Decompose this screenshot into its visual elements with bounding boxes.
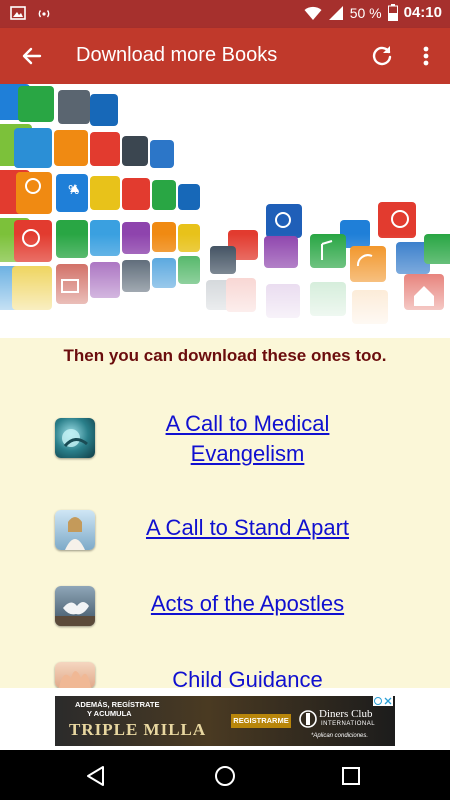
- book-link[interactable]: A Call to Medical Evangelism: [100, 409, 395, 469]
- book-title-line: Evangelism: [190, 441, 305, 466]
- overflow-menu-icon[interactable]: [416, 42, 436, 70]
- page-title: Download more Books: [76, 44, 278, 66]
- battery-icon: [387, 4, 398, 21]
- intro-text-block: Then you can download these ones too.: [0, 338, 450, 366]
- book-link[interactable]: Acts of the Apostles: [100, 589, 395, 619]
- battery-percent: 50 %: [349, 4, 382, 21]
- app-bar: Download more Books: [0, 28, 450, 84]
- wifi-icon: [304, 6, 322, 20]
- book-link[interactable]: A Call to Stand Apart: [100, 513, 395, 543]
- back-triangle-icon[interactable]: [85, 765, 107, 787]
- ad-banner[interactable]: ADEMÁS, REGÍSTRATE Y ACUMULA TRIPLE MILL…: [55, 696, 395, 746]
- ad-brand-sub: INTERNATIONAL: [321, 721, 376, 727]
- ad-headline: TRIPLE MILLA: [69, 720, 207, 739]
- image-notification-icon: [10, 6, 26, 20]
- app-cubes-illustration: %: [0, 84, 450, 338]
- status-bar: 50 % 04:10: [0, 0, 450, 28]
- ad-disclaimer: *Aplican condiciones.: [311, 733, 369, 739]
- home-circle-icon[interactable]: [214, 765, 236, 787]
- book-thumbnail: [55, 662, 95, 688]
- refresh-icon[interactable]: [368, 42, 396, 70]
- recents-square-icon[interactable]: [341, 766, 361, 786]
- signal-icon: [328, 5, 343, 20]
- ad-container: ADEMÁS, REGÍSTRATE Y ACUMULA TRIPLE MILL…: [0, 688, 450, 750]
- intro-text: Then you can download these ones too.: [63, 346, 387, 365]
- book-thumbnail: [55, 510, 95, 550]
- book-thumbnail: [55, 418, 95, 458]
- ad-register-button[interactable]: REGISTRARME: [231, 714, 291, 728]
- ad-line: Y ACUMULA: [87, 709, 132, 718]
- book-thumbnail: [55, 586, 95, 626]
- system-navigation-bar: [0, 750, 450, 800]
- hero-app-cubes-image: %: [0, 84, 450, 338]
- diners-club-logo-icon: [299, 710, 317, 728]
- svg-text:%: %: [68, 183, 79, 197]
- ad-choices-icon[interactable]: [373, 696, 393, 706]
- book-title-line: A Call to Medical: [165, 411, 330, 436]
- clock: 04:10: [403, 4, 442, 21]
- back-arrow-icon[interactable]: [18, 42, 46, 70]
- hotspot-icon: [38, 10, 50, 18]
- ad-line: ADEMÁS, REGÍSTRATE: [75, 700, 160, 709]
- clipped-text-line: [0, 328, 450, 338]
- ad-brand: Diners Club: [319, 708, 373, 720]
